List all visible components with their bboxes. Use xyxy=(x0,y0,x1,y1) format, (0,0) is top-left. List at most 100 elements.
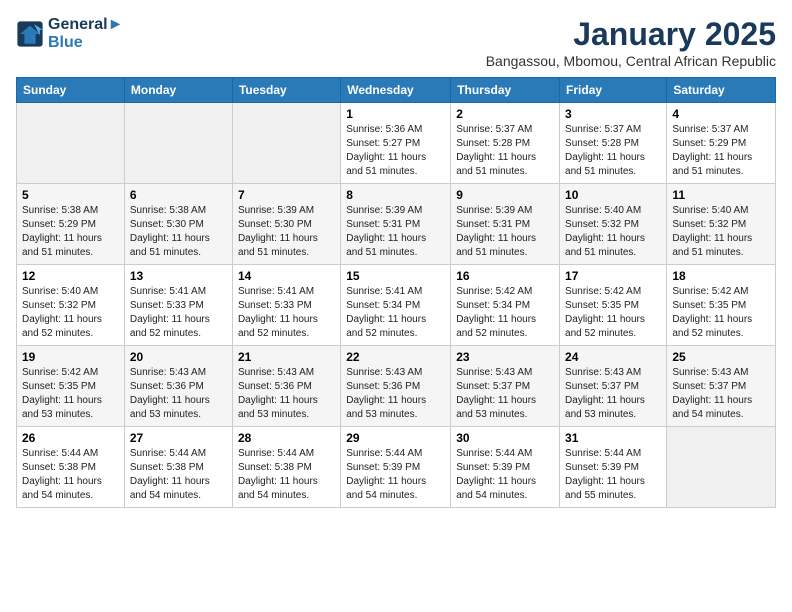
header-cell-saturday: Saturday xyxy=(667,78,776,103)
day-info: Sunrise: 5:42 AMSunset: 5:35 PMDaylight:… xyxy=(22,366,119,422)
day-number: 7 xyxy=(238,188,335,202)
week-row-2: 5 Sunrise: 5:38 AMSunset: 5:29 PMDaylight… xyxy=(17,184,776,265)
day-cell xyxy=(667,427,776,508)
day-info: Sunrise: 5:43 AMSunset: 5:36 PMDaylight:… xyxy=(346,366,445,422)
day-info: Sunrise: 5:44 AMSunset: 5:38 PMDaylight:… xyxy=(130,447,227,503)
day-number: 14 xyxy=(238,269,335,283)
day-number: 23 xyxy=(456,350,554,364)
day-number: 6 xyxy=(130,188,227,202)
day-cell: 3Sunrise: 5:37 AMSunset: 5:28 PMDaylight… xyxy=(560,103,667,184)
day-info: Sunrise: 5:38 AMSunset: 5:30 PMDaylight:… xyxy=(130,204,227,260)
day-cell: 27 Sunrise: 5:44 AMSunset: 5:38 PMDayligh… xyxy=(124,427,232,508)
title-area: January 2025 Bangassou, Mbomou, Central … xyxy=(486,16,776,69)
day-info: Sunrise: 5:40 AMSunset: 5:32 PMDaylight:… xyxy=(565,204,661,260)
day-info: Sunrise: 5:42 AMSunset: 5:35 PMDaylight:… xyxy=(565,285,661,341)
header-cell-sunday: Sunday xyxy=(17,78,125,103)
day-info: Sunrise: 5:42 AMSunset: 5:35 PMDaylight:… xyxy=(672,285,770,341)
logo-text: General► Blue xyxy=(48,16,123,52)
day-cell: 16 Sunrise: 5:42 AMSunset: 5:34 PMDayligh… xyxy=(451,265,560,346)
day-number: 26 xyxy=(22,431,119,445)
day-info: Sunrise: 5:43 AMSunset: 5:36 PMDaylight:… xyxy=(130,366,227,422)
day-cell: 4Sunrise: 5:37 AMSunset: 5:29 PMDaylight… xyxy=(667,103,776,184)
day-number: 17 xyxy=(565,269,661,283)
day-cell: 14 Sunrise: 5:41 AMSunset: 5:33 PMDayligh… xyxy=(232,265,340,346)
day-number: 19 xyxy=(22,350,119,364)
day-info: Sunrise: 5:44 AMSunset: 5:39 PMDaylight:… xyxy=(346,447,445,503)
day-number: 12 xyxy=(22,269,119,283)
day-cell xyxy=(232,103,340,184)
day-number: 25 xyxy=(672,350,770,364)
day-cell xyxy=(124,103,232,184)
day-info: Sunrise: 5:44 AMSunset: 5:39 PMDaylight:… xyxy=(565,447,661,503)
header-cell-thursday: Thursday xyxy=(451,78,560,103)
day-number: 2 xyxy=(456,107,554,121)
day-info: Sunrise: 5:40 AMSunset: 5:32 PMDaylight:… xyxy=(672,204,770,260)
day-cell: 31Sunrise: 5:44 AMSunset: 5:39 PMDayligh… xyxy=(560,427,667,508)
day-number: 5 xyxy=(22,188,119,202)
calendar-subtitle: Bangassou, Mbomou, Central African Repub… xyxy=(486,53,776,69)
day-cell: 25 Sunrise: 5:43 AMSunset: 5:37 PMDayligh… xyxy=(667,346,776,427)
page-header: General► Blue January 2025 Bangassou, Mb… xyxy=(16,16,776,69)
day-cell: 6 Sunrise: 5:38 AMSunset: 5:30 PMDaylight… xyxy=(124,184,232,265)
day-number: 21 xyxy=(238,350,335,364)
week-row-5: 26 Sunrise: 5:44 AMSunset: 5:38 PMDayligh… xyxy=(17,427,776,508)
day-info: Sunrise: 5:43 AMSunset: 5:37 PMDaylight:… xyxy=(456,366,554,422)
day-cell xyxy=(17,103,125,184)
calendar-header: SundayMondayTuesdayWednesdayThursdayFrid… xyxy=(17,78,776,103)
day-number: 13 xyxy=(130,269,227,283)
day-number: 28 xyxy=(238,431,335,445)
day-number: 24 xyxy=(565,350,661,364)
day-cell: 29 Sunrise: 5:44 AMSunset: 5:39 PMDayligh… xyxy=(341,427,451,508)
day-number: 16 xyxy=(456,269,554,283)
day-number: 22 xyxy=(346,350,445,364)
day-number: 30 xyxy=(456,431,554,445)
day-cell: 30Sunrise: 5:44 AMSunset: 5:39 PMDayligh… xyxy=(451,427,560,508)
day-cell: 21Sunrise: 5:43 AMSunset: 5:36 PMDayligh… xyxy=(232,346,340,427)
day-info: Sunrise: 5:41 AMSunset: 5:34 PMDaylight:… xyxy=(346,285,445,341)
day-info: Sunrise: 5:39 AMSunset: 5:31 PMDaylight:… xyxy=(346,204,445,260)
day-number: 1 xyxy=(346,107,445,121)
day-cell: 1 Sunrise: 5:36 AMSunset: 5:27 PMDaylight… xyxy=(341,103,451,184)
day-cell: 28 Sunrise: 5:44 AMSunset: 5:38 PMDayligh… xyxy=(232,427,340,508)
logo-icon xyxy=(16,20,44,48)
day-number: 8 xyxy=(346,188,445,202)
day-cell: 12 Sunrise: 5:40 AMSunset: 5:32 PMDayligh… xyxy=(17,265,125,346)
day-info: Sunrise: 5:37 AMSunset: 5:28 PMDaylight:… xyxy=(456,123,554,179)
week-row-4: 19 Sunrise: 5:42 AMSunset: 5:35 PMDayligh… xyxy=(17,346,776,427)
day-cell: 8 Sunrise: 5:39 AMSunset: 5:31 PMDaylight… xyxy=(341,184,451,265)
day-number: 3 xyxy=(565,107,661,121)
header-cell-monday: Monday xyxy=(124,78,232,103)
week-row-1: 1 Sunrise: 5:36 AMSunset: 5:27 PMDaylight… xyxy=(17,103,776,184)
day-cell: 23 Sunrise: 5:43 AMSunset: 5:37 PMDayligh… xyxy=(451,346,560,427)
day-number: 29 xyxy=(346,431,445,445)
day-cell: 10 Sunrise: 5:40 AMSunset: 5:32 PMDayligh… xyxy=(560,184,667,265)
day-info: Sunrise: 5:37 AMSunset: 5:29 PMDaylight:… xyxy=(672,123,770,179)
calendar-body: 1 Sunrise: 5:36 AMSunset: 5:27 PMDaylight… xyxy=(17,103,776,508)
day-info: Sunrise: 5:40 AMSunset: 5:32 PMDaylight:… xyxy=(22,285,119,341)
day-info: Sunrise: 5:38 AMSunset: 5:29 PMDaylight:… xyxy=(22,204,119,260)
day-cell: 26Sunrise: 5:44 AMSunset: 5:38 PMDayligh… xyxy=(17,427,125,508)
day-cell: 19 Sunrise: 5:42 AMSunset: 5:35 PMDayligh… xyxy=(17,346,125,427)
day-cell: 18Sunrise: 5:42 AMSunset: 5:35 PMDayligh… xyxy=(667,265,776,346)
day-cell: 17 Sunrise: 5:42 AMSunset: 5:35 PMDayligh… xyxy=(560,265,667,346)
day-number: 10 xyxy=(565,188,661,202)
day-number: 27 xyxy=(130,431,227,445)
header-cell-tuesday: Tuesday xyxy=(232,78,340,103)
day-number: 11 xyxy=(672,188,770,202)
day-cell: 13 Sunrise: 5:41 AMSunset: 5:33 PMDayligh… xyxy=(124,265,232,346)
day-info: Sunrise: 5:39 AMSunset: 5:30 PMDaylight:… xyxy=(238,204,335,260)
day-cell: 20Sunrise: 5:43 AMSunset: 5:36 PMDayligh… xyxy=(124,346,232,427)
day-cell: 9Sunrise: 5:39 AMSunset: 5:31 PMDaylight… xyxy=(451,184,560,265)
day-info: Sunrise: 5:41 AMSunset: 5:33 PMDaylight:… xyxy=(130,285,227,341)
header-cell-friday: Friday xyxy=(560,78,667,103)
logo: General► Blue xyxy=(16,16,123,52)
day-info: Sunrise: 5:41 AMSunset: 5:33 PMDaylight:… xyxy=(238,285,335,341)
day-cell: 2 Sunrise: 5:37 AMSunset: 5:28 PMDaylight… xyxy=(451,103,560,184)
header-row: SundayMondayTuesdayWednesdayThursdayFrid… xyxy=(17,78,776,103)
day-info: Sunrise: 5:42 AMSunset: 5:34 PMDaylight:… xyxy=(456,285,554,341)
day-info: Sunrise: 5:44 AMSunset: 5:38 PMDaylight:… xyxy=(238,447,335,503)
day-info: Sunrise: 5:36 AMSunset: 5:27 PMDaylight:… xyxy=(346,123,445,179)
day-cell: 24Sunrise: 5:43 AMSunset: 5:37 PMDayligh… xyxy=(560,346,667,427)
day-info: Sunrise: 5:39 AMSunset: 5:31 PMDaylight:… xyxy=(456,204,554,260)
day-info: Sunrise: 5:43 AMSunset: 5:37 PMDaylight:… xyxy=(672,366,770,422)
